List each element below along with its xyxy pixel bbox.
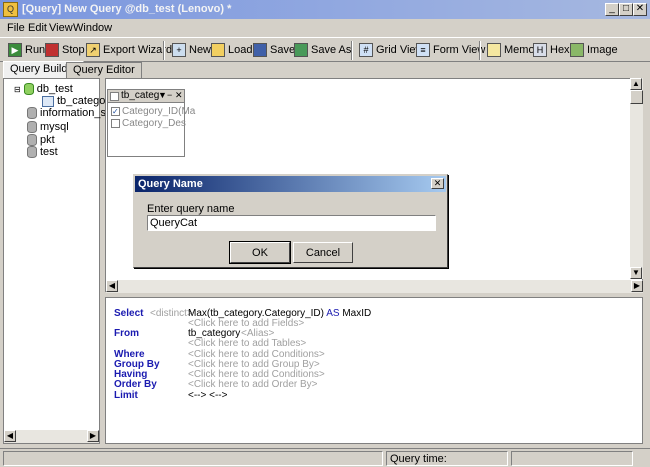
- dialog-title: Query Name: [135, 176, 446, 192]
- stop-icon: [45, 43, 59, 57]
- field-category-id[interactable]: ✓ Category_ID(Ma: [111, 106, 195, 117]
- scroll-right-icon[interactable]: ▶: [631, 280, 643, 292]
- save-button[interactable]: Save: [253, 41, 295, 59]
- table-select-checkbox[interactable]: [110, 92, 119, 101]
- tree-horizontal-scrollbar[interactable]: ◀ ▶: [4, 430, 99, 443]
- run-icon: ▶: [8, 43, 22, 57]
- limit-values[interactable]: <--> <-->: [188, 390, 227, 401]
- save-as-icon: [294, 43, 308, 57]
- memo-button[interactable]: Memo: [487, 41, 535, 59]
- save-icon: [253, 43, 267, 57]
- menu-file[interactable]: File: [7, 22, 25, 34]
- minimize-button[interactable]: _: [605, 3, 619, 16]
- scroll-up-icon[interactable]: ▲: [630, 78, 642, 90]
- menu-window[interactable]: Window: [73, 22, 112, 34]
- sql-builder-panel: Select <distinct> Max(tb_category.Catego…: [105, 297, 643, 444]
- checkbox-checked-icon[interactable]: ✓: [111, 107, 120, 116]
- hex-button[interactable]: H Hex: [533, 41, 570, 59]
- canvas-horizontal-scrollbar[interactable]: ◀ ▶: [106, 280, 643, 293]
- database-icon: [27, 121, 37, 133]
- menu-bar: File Edit View Window: [0, 19, 650, 37]
- status-panel-extra: [511, 451, 633, 466]
- tab-strip: Query Builder Query Editor: [0, 61, 650, 78]
- hex-icon: H: [533, 43, 547, 57]
- cancel-button[interactable]: Cancel: [293, 242, 353, 263]
- tree-item-pkt[interactable]: pkt: [27, 134, 55, 146]
- canvas-vertical-scrollbar[interactable]: ▲ ▼: [630, 78, 643, 279]
- window-title: [Query] New Query @db_test (Lenovo) *: [22, 3, 232, 15]
- app-icon: Q: [3, 2, 18, 17]
- status-bar: Query time:: [0, 448, 650, 467]
- select-keyword: Select: [114, 308, 144, 319]
- export-wizard-button[interactable]: ↗ Export Wizard: [86, 41, 172, 59]
- database-icon: [27, 134, 37, 146]
- add-tables-link[interactable]: <Click here to add Tables>: [188, 338, 306, 349]
- limit-keyword: Limit: [114, 390, 138, 401]
- scroll-left-icon[interactable]: ◀: [4, 430, 16, 442]
- load-button[interactable]: Load: [211, 41, 252, 59]
- minimize-table-icon[interactable]: −: [167, 90, 172, 100]
- tree-item-db_test[interactable]: ⊟ db_test: [14, 83, 73, 95]
- status-panel-main: [3, 451, 383, 466]
- new-query-icon: +: [172, 43, 186, 57]
- database-icon: [27, 107, 37, 119]
- grid-view-button[interactable]: # Grid View: [359, 41, 423, 59]
- from-keyword: From: [114, 328, 139, 339]
- query-time-status: Query time:: [386, 451, 508, 466]
- field-category-des[interactable]: Category_Des: [111, 118, 186, 129]
- folder-icon: [211, 43, 225, 57]
- add-order-by-link[interactable]: <Click here to add Order By>: [188, 379, 318, 390]
- scroll-right-icon[interactable]: ▶: [87, 430, 99, 442]
- tab-query-editor[interactable]: Query Editor: [66, 62, 142, 78]
- database-tree: ⊟ db_test tb_categor information_sch mysq…: [3, 78, 118, 444]
- title-bar: Q [Query] New Query @db_test (Lenovo) * …: [0, 0, 650, 19]
- close-window-button[interactable]: ✕: [633, 3, 647, 16]
- form-icon: ≡: [416, 43, 430, 57]
- database-icon: [27, 146, 37, 158]
- tree-item-mysql[interactable]: mysql: [27, 121, 69, 133]
- table-box-header[interactable]: tb_categ ▼ − ✕: [108, 90, 184, 103]
- query-name-label: Enter query name: [147, 203, 235, 215]
- distinct-toggle[interactable]: <distinct>: [150, 308, 193, 319]
- scroll-thumb[interactable]: [630, 90, 643, 104]
- table-box[interactable]: tb_categ ▼ − ✕ ✓ Category_ID(Ma Category_…: [107, 89, 195, 157]
- database-icon: [23, 83, 34, 95]
- query-name-input[interactable]: [147, 215, 436, 231]
- ok-button[interactable]: OK: [229, 241, 291, 264]
- scroll-down-icon[interactable]: ▼: [630, 267, 642, 279]
- image-icon: [570, 43, 584, 57]
- maximize-button[interactable]: □: [619, 3, 633, 16]
- image-button[interactable]: Image: [570, 41, 618, 59]
- query-name-dialog: Query Name ✕ Enter query name OK Cancel: [133, 174, 448, 268]
- table-box-title: tb_categ: [121, 90, 160, 101]
- grid-icon: #: [359, 43, 373, 57]
- tree-item-test[interactable]: test: [27, 146, 58, 158]
- export-icon: ↗: [86, 43, 100, 57]
- memo-icon: [487, 43, 501, 57]
- menu-view[interactable]: View: [49, 22, 73, 34]
- toolbar: ▶ Run Stop ↗ Export Wizard + New Load Save …: [0, 37, 650, 62]
- stop-button[interactable]: Stop: [45, 41, 85, 59]
- tree-item-tb_category[interactable]: tb_categor: [42, 95, 109, 107]
- save-as-button[interactable]: Save As: [294, 41, 351, 59]
- menu-edit[interactable]: Edit: [28, 22, 47, 34]
- close-table-icon[interactable]: ✕: [175, 90, 183, 101]
- new-button[interactable]: + New: [172, 41, 211, 59]
- checkbox-unchecked-icon[interactable]: [111, 119, 120, 128]
- dialog-close-icon[interactable]: ✕: [431, 178, 444, 189]
- run-button[interactable]: ▶ Run: [8, 41, 45, 59]
- order-by-keyword: Order By: [114, 379, 157, 390]
- table-icon: [42, 95, 54, 107]
- dropdown-icon[interactable]: ▼: [158, 90, 167, 100]
- scroll-left-icon[interactable]: ◀: [106, 280, 118, 292]
- form-view-button[interactable]: ≡ Form View: [416, 41, 485, 59]
